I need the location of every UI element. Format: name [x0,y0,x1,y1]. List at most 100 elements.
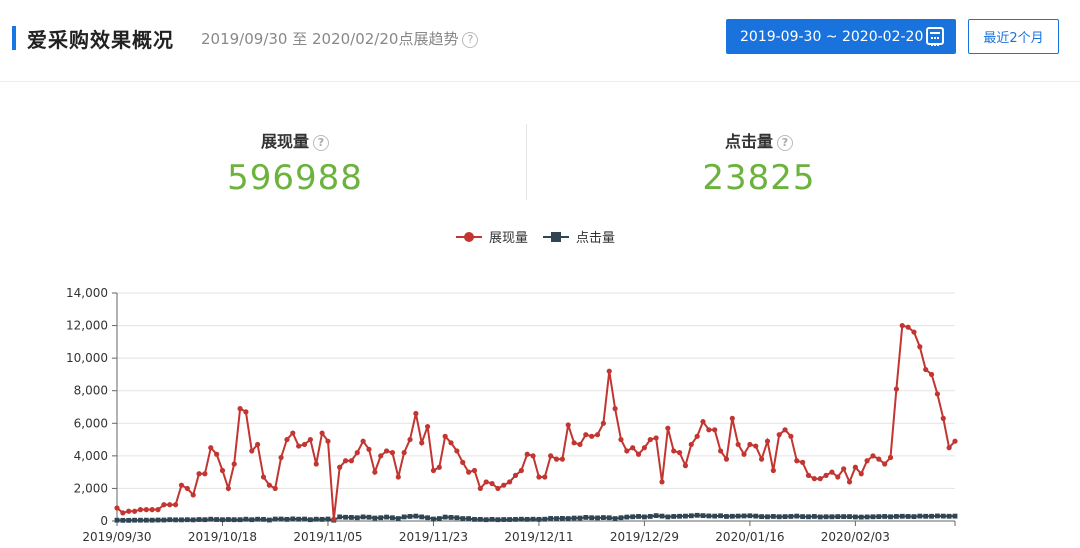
data-point [940,513,946,519]
data-point [278,454,284,461]
data-point [700,513,706,519]
data-point [935,513,940,519]
data-point [413,410,419,417]
data-point [249,517,255,523]
data-point [389,450,396,456]
recent-two-months-button[interactable]: 最近2个月 [968,19,1059,54]
data-point [477,516,483,522]
data-point [612,406,618,412]
stat-clicks: 点击量? 23825 [609,128,909,198]
data-point [143,507,149,513]
data-point [876,514,882,520]
data-point [811,514,817,519]
data-point [255,441,261,448]
data-point [231,517,237,523]
data-point [337,464,343,470]
data-point [167,517,173,523]
data-point [518,467,524,474]
data-point [343,514,348,520]
data-point [366,446,372,452]
data-point [255,516,261,522]
data-point [184,485,190,492]
data-point [952,513,958,519]
question-icon[interactable]: ? [462,31,479,48]
legend-label[interactable]: 展现量 [489,231,528,246]
stat-impressions: 展现量? 596988 [145,128,445,198]
data-point [524,451,530,457]
data-point [354,515,360,521]
data-point [219,467,226,474]
date-range-picker[interactable]: 2019-09-30 ~ 2020-02-20 [726,19,956,54]
data-point [272,485,278,492]
data-point [460,516,466,521]
data-point [893,514,899,519]
question-icon[interactable]: ? [777,134,793,151]
data-point [372,515,378,521]
data-point [342,458,349,464]
data-point [641,445,648,451]
data-point [806,514,811,520]
data-point [782,427,788,433]
data-point [653,435,659,441]
data-point [864,458,870,464]
legend-label[interactable]: 点击量 [576,231,615,246]
data-point [858,471,864,477]
data-point [630,445,636,451]
data-point [143,517,149,523]
data-point [553,456,560,462]
data-point [149,517,155,523]
data-point [682,463,689,469]
data-point [899,322,905,329]
data-point [161,502,167,508]
data-point [770,514,776,519]
x-tick-label: 2019/10/18 [188,530,257,544]
data-point [800,459,806,465]
data-point [917,344,923,350]
data-point [647,514,653,519]
data-point [765,514,770,520]
data-point [694,433,700,439]
data-point [899,513,905,519]
data-point [811,476,817,482]
series-line-0 [116,324,956,520]
data-point [723,456,730,462]
data-point [454,515,460,521]
data-point [706,513,712,519]
data-point [788,514,794,519]
data-point [706,427,712,433]
question-icon[interactable]: ? [313,134,329,151]
data-point [196,517,202,522]
data-point [495,517,501,523]
data-point [659,513,665,519]
header: 爱采购效果概况 2019/09/30 至 2020/02/20点展趋势? 201… [0,0,1080,82]
data-point [770,467,776,474]
data-point [466,469,472,475]
data-point [589,515,595,521]
stat-value: 596988 [227,158,363,198]
data-point [635,451,642,457]
data-point [559,456,565,462]
data-point [378,515,384,521]
data-point [940,415,946,421]
data-point [454,448,460,454]
date-range-text: 2019-09-30 ~ 2020-02-20 [740,28,924,45]
data-point [448,515,454,520]
data-point [700,419,706,425]
data-point [208,445,214,451]
data-point [243,516,249,522]
data-point [337,514,343,520]
data-point [923,366,929,373]
data-point [190,517,196,523]
data-point [126,517,132,523]
data-point [131,508,138,514]
data-point [296,443,302,449]
data-point [858,514,864,520]
data-point [430,467,437,474]
data-point [835,474,841,480]
data-point [495,485,501,492]
data-point [272,516,278,522]
data-point [214,517,220,522]
x-tick-label: 2019/11/05 [293,530,362,544]
data-point [624,514,630,520]
data-point [278,516,284,522]
